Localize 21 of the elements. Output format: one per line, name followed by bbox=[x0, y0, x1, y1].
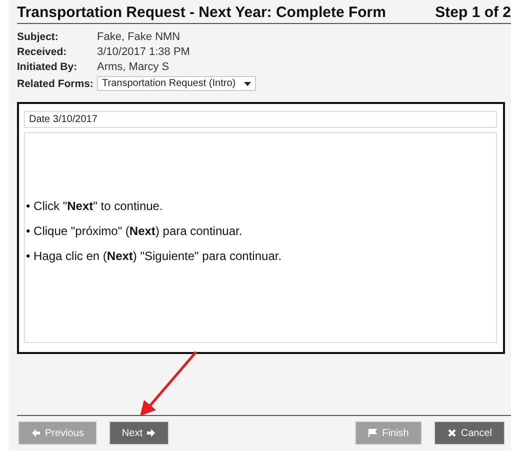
instruction-text: • Click "Next" to continue. bbox=[25, 199, 164, 213]
date-field[interactable]: Date 3/10/2017 bbox=[24, 111, 497, 128]
related-forms-dropdown[interactable]: Transportation Request (Intro) bbox=[97, 76, 256, 91]
caret-icon bbox=[244, 82, 251, 86]
field-label: Subject: bbox=[17, 31, 60, 43]
cancel-button[interactable]: Cancel bbox=[434, 421, 505, 445]
field-label: Related Forms: bbox=[17, 78, 94, 90]
right-arrow-icon bbox=[146, 428, 156, 438]
next-button[interactable]: Next bbox=[108, 421, 170, 445]
left-arrow-icon bbox=[31, 428, 41, 438]
field-label: Initiated By: bbox=[17, 61, 78, 73]
close-icon bbox=[446, 428, 457, 438]
field-value: 3/10/2017 1:38 PM bbox=[97, 46, 191, 58]
field-value: Fake, Fake NMN bbox=[97, 31, 182, 43]
step-indicator: Step 1 of 2 bbox=[435, 4, 511, 21]
instruction-text: • Haga clic en (Next) "Siguiente" para continuar. bbox=[25, 249, 283, 263]
field-value: Arms, Marcy S bbox=[97, 61, 170, 73]
flag-icon bbox=[368, 428, 378, 438]
field-label: Received: bbox=[17, 46, 68, 58]
instruction-text: • Clique "próximo" (Next) para continuar. bbox=[25, 224, 244, 238]
form-title: Transportation Request - Next Year: Complete Form bbox=[17, 4, 386, 21]
